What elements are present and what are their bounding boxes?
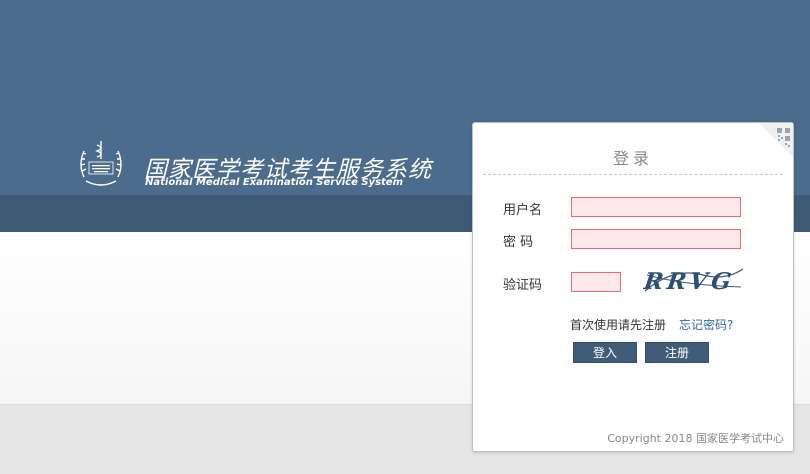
login-panel: 登录 用户名 密 码 验证码 RRVG 首次使用请先注册 忘记密码? 登入 注册… [472,122,794,452]
password-input[interactable] [571,229,741,249]
password-label: 密 码 [503,235,534,250]
captcha-label: 验证码 [503,278,543,293]
captcha-input[interactable] [571,272,621,292]
captcha-text: RRVG [643,268,737,295]
login-button[interactable]: 登入 [573,342,637,363]
copyright-text: Copyright 2018 国家医学考试中心 [607,432,784,445]
username-label: 用户名 [503,203,543,218]
first-time-hint: 首次使用请先注册 [570,318,667,332]
medical-emblem-icon [80,141,122,186]
login-title: 登录 [612,149,653,168]
register-button[interactable]: 注册 [645,342,709,363]
username-input[interactable] [571,197,741,217]
login-divider [483,174,783,175]
forgot-password-link[interactable]: 忘记密码? [679,316,733,333]
captcha-image[interactable]: RRVG [643,261,745,299]
system-subtitle: National Medical Examination Service Sys… [145,177,404,188]
